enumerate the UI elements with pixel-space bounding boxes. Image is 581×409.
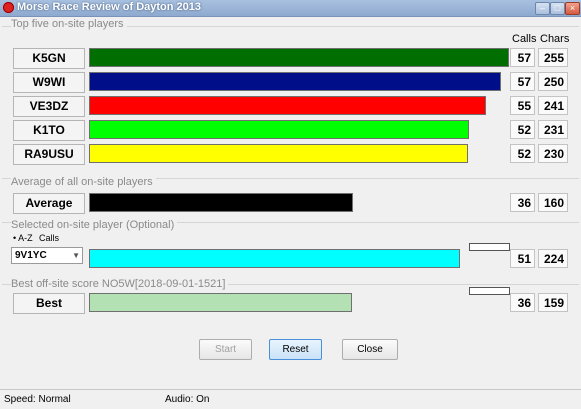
selected-bar (89, 249, 460, 268)
selected-calls-value: 51 (510, 249, 535, 268)
top-five-label: Top five on-site players (11, 18, 127, 30)
player-select[interactable]: 9V1YC ▼ (11, 247, 83, 264)
best-bar (89, 293, 352, 312)
average-name-button[interactable]: Average (13, 193, 85, 214)
speed-status: Speed: Normal (4, 394, 71, 405)
close-icon[interactable]: × (565, 2, 580, 15)
minimize-icon[interactable]: – (535, 2, 550, 15)
score-bar (89, 48, 509, 67)
average-chars-value: 160 (538, 193, 568, 212)
chars-value: 230 (538, 144, 568, 163)
selected-indicator (469, 243, 510, 251)
sort-calls-radio[interactable]: Calls (39, 233, 59, 243)
best-label: Best off-site score NO5W[2018-09-01-1521… (11, 278, 229, 290)
player-select-value: 9V1YC (15, 250, 47, 261)
status-bar: Speed: Normal Audio: On (0, 389, 581, 409)
chevron-down-icon: ▼ (72, 251, 80, 260)
window-title: Morse Race Review of Dayton 2013 (17, 1, 202, 13)
audio-status: Audio: On (165, 394, 210, 405)
sort-az-label: A-Z (18, 233, 33, 243)
chars-header: Chars (540, 33, 570, 45)
sort-az-radio[interactable]: • A-Z (13, 233, 33, 243)
player-name-button[interactable]: VE3DZ (13, 96, 85, 117)
app-icon (3, 2, 14, 13)
average-bar (89, 193, 353, 212)
selected-chars-value: 224 (538, 249, 568, 268)
calls-value: 52 (510, 120, 535, 139)
best-name-button[interactable]: Best (13, 293, 85, 314)
close-button[interactable]: Close (342, 339, 398, 360)
score-bar (89, 96, 486, 115)
title-bar: Morse Race Review of Dayton 2013 – □ × (0, 0, 581, 17)
chars-value: 250 (538, 72, 568, 91)
player-name-button[interactable]: RA9USU (13, 144, 85, 165)
calls-value: 52 (510, 144, 535, 163)
score-bar (89, 72, 501, 91)
chars-value: 241 (538, 96, 568, 115)
calls-header: Calls (512, 33, 537, 45)
player-name-button[interactable]: K1TO (13, 120, 85, 141)
calls-value: 57 (510, 48, 535, 67)
calls-value: 55 (510, 96, 535, 115)
best-calls-value: 36 (510, 293, 535, 312)
average-label: Average of all on-site players (11, 176, 156, 188)
maximize-icon[interactable]: □ (550, 2, 565, 15)
score-bar (89, 120, 469, 139)
player-name-button[interactable]: K5GN (13, 48, 85, 69)
calls-value: 57 (510, 72, 535, 91)
best-chars-value: 159 (538, 293, 568, 312)
best-indicator (469, 287, 510, 295)
chars-value: 255 (538, 48, 568, 67)
average-calls-value: 36 (510, 193, 535, 212)
player-name-button[interactable]: W9WI (13, 72, 85, 93)
selected-label: Selected on-site player (Optional) (11, 219, 178, 231)
reset-button[interactable]: Reset (269, 339, 322, 360)
chars-value: 231 (538, 120, 568, 139)
score-bar (89, 144, 468, 163)
start-button[interactable]: Start (199, 339, 252, 360)
